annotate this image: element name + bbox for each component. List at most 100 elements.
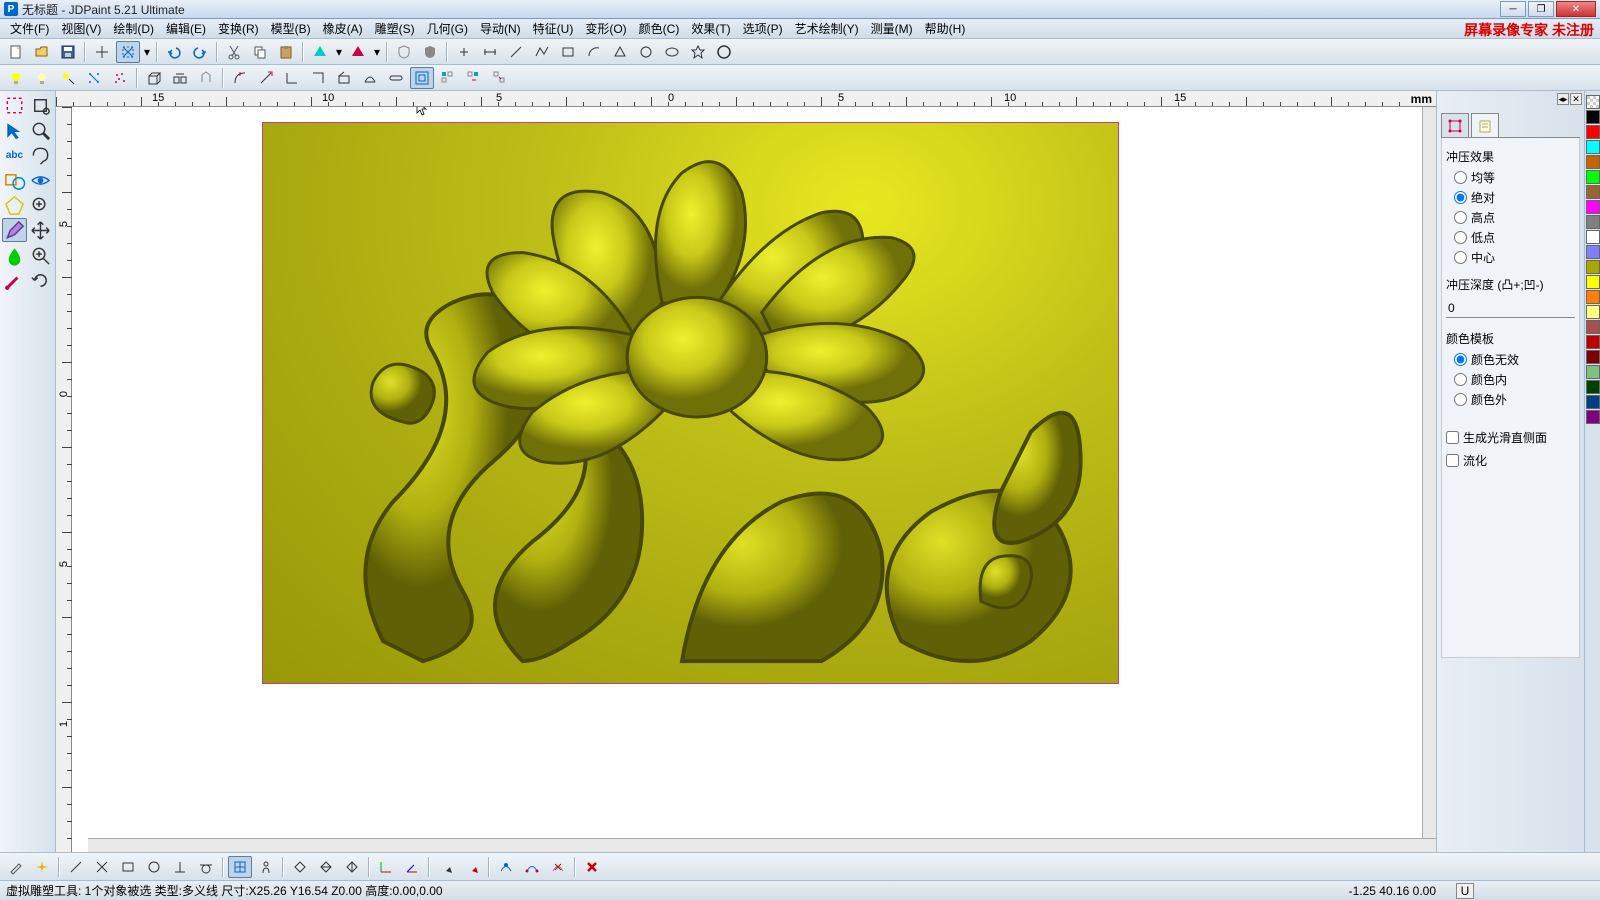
palette-color-20[interactable] [1586, 410, 1600, 424]
menu-color[interactable]: 颜色(C) [633, 18, 686, 39]
grid-snap-icon[interactable] [82, 67, 106, 89]
new-button[interactable] [4, 41, 28, 63]
copy-button[interactable] [248, 41, 272, 63]
palette-color-1[interactable] [1586, 125, 1600, 139]
triangle-tool[interactable] [608, 41, 632, 63]
canvas[interactable] [72, 107, 1436, 852]
palette-color-11[interactable] [1586, 275, 1600, 289]
array1-icon[interactable] [436, 67, 460, 89]
dimension-tool[interactable] [478, 41, 502, 63]
redo-button[interactable] [188, 41, 212, 63]
bt-spark[interactable] [30, 856, 54, 878]
palette-color-4[interactable] [1586, 170, 1600, 184]
maximize-button[interactable]: ❐ [1528, 1, 1554, 17]
bt-axis2[interactable] [400, 856, 424, 878]
menu-options[interactable]: 选项(P) [737, 18, 789, 39]
shield2-button[interactable] [418, 41, 442, 63]
pill-icon[interactable] [384, 67, 408, 89]
cut-button[interactable] [222, 41, 246, 63]
panel-pin-button[interactable]: ◂▸ [1557, 93, 1569, 105]
radio-option-3[interactable]: 低点 [1454, 229, 1575, 246]
menu-transform[interactable]: 变换(R) [212, 18, 265, 39]
menu-art[interactable]: 艺术绘制(Y) [789, 18, 865, 39]
menu-geometry[interactable]: 几何(G) [421, 18, 474, 39]
color2-button[interactable] [346, 41, 370, 63]
bt-person[interactable] [254, 856, 278, 878]
lt-marquee[interactable] [28, 93, 53, 117]
star-tool[interactable] [686, 41, 710, 63]
menu-file[interactable]: 文件(F) [4, 18, 55, 39]
depth-input[interactable] [1446, 299, 1575, 318]
bulb2-icon[interactable] [30, 67, 54, 89]
lt-arrow[interactable] [2, 118, 27, 142]
open-button[interactable] [30, 41, 54, 63]
radio-option-1[interactable]: 绝对 [1454, 189, 1575, 206]
panel-tab-1[interactable] [1441, 113, 1469, 137]
menu-draw[interactable]: 绘制(D) [107, 18, 160, 39]
menu-help[interactable]: 帮助(H) [919, 18, 972, 39]
array2-icon[interactable] [462, 67, 486, 89]
palette-color-14[interactable] [1586, 320, 1600, 334]
curve1-icon[interactable] [228, 67, 252, 89]
lt-text[interactable]: abc [2, 143, 27, 167]
panel-close-button[interactable]: ✕ [1570, 93, 1582, 105]
bt-perp[interactable] [168, 856, 192, 878]
paste-button[interactable] [274, 41, 298, 63]
extrude3-icon[interactable] [194, 67, 218, 89]
bt-cross[interactable] [90, 856, 114, 878]
bt-node-del[interactable] [546, 856, 570, 878]
lt-lasso[interactable] [28, 143, 53, 167]
box1-icon[interactable] [332, 67, 356, 89]
color1-button[interactable] [308, 41, 332, 63]
lt-refresh[interactable] [28, 268, 53, 292]
extrude1-icon[interactable] [142, 67, 166, 89]
undo-button[interactable] [162, 41, 186, 63]
angle2-icon[interactable] [306, 67, 330, 89]
bt-diamond1[interactable] [288, 856, 312, 878]
polyline-tool[interactable] [530, 41, 554, 63]
lt-move[interactable] [28, 218, 53, 242]
palette-color-16[interactable] [1586, 350, 1600, 364]
lt-measure[interactable] [2, 268, 27, 292]
bt-delete[interactable] [580, 856, 604, 878]
palette-color-3[interactable] [1586, 155, 1600, 169]
bigcircle-tool[interactable] [712, 41, 736, 63]
color2-dropdown[interactable]: ▾ [372, 41, 382, 63]
color1-dropdown[interactable]: ▾ [334, 41, 344, 63]
bt-arrow1[interactable] [434, 856, 458, 878]
line-tool[interactable] [504, 41, 528, 63]
palette-color-6[interactable] [1586, 200, 1600, 214]
bt-axis1[interactable] [374, 856, 398, 878]
menu-eraser[interactable]: 橡皮(A) [317, 18, 369, 39]
close-button[interactable]: ✕ [1556, 1, 1596, 17]
lt-shape[interactable] [2, 168, 27, 192]
bt-tangent[interactable] [194, 856, 218, 878]
bt-arrow2[interactable] [460, 856, 484, 878]
palette-color-13[interactable] [1586, 305, 1600, 319]
palette-color-10[interactable] [1586, 260, 1600, 274]
check-smooth[interactable]: 生成光滑直侧面 [1446, 429, 1575, 446]
bt-diamond2[interactable] [314, 856, 338, 878]
scatter-icon[interactable] [108, 67, 132, 89]
rect-tool[interactable] [556, 41, 580, 63]
bt-rect[interactable] [116, 856, 140, 878]
angle1-icon[interactable] [280, 67, 304, 89]
select-mode-dropdown[interactable]: ▾ [142, 41, 152, 63]
palette-color-18[interactable] [1586, 380, 1600, 394]
lt-eye[interactable] [28, 168, 53, 192]
horizontal-scrollbar[interactable] [88, 838, 1436, 852]
select-mode-button[interactable] [116, 41, 140, 63]
palette-color-2[interactable] [1586, 140, 1600, 154]
panel-tab-2[interactable] [1471, 113, 1499, 137]
lt-drop[interactable] [2, 243, 27, 267]
bt-circle[interactable] [142, 856, 166, 878]
status-unit[interactable]: U [1456, 883, 1474, 899]
menu-deform[interactable]: 变形(O) [579, 18, 632, 39]
check-flow[interactable]: 流化 [1446, 452, 1575, 469]
palette-color-19[interactable] [1586, 395, 1600, 409]
arc-tool[interactable] [582, 41, 606, 63]
palette-color-12[interactable] [1586, 290, 1600, 304]
bulb1-icon[interactable] [4, 67, 28, 89]
radio2-option-0[interactable]: 颜色无效 [1454, 351, 1575, 368]
bt-node2[interactable] [520, 856, 544, 878]
